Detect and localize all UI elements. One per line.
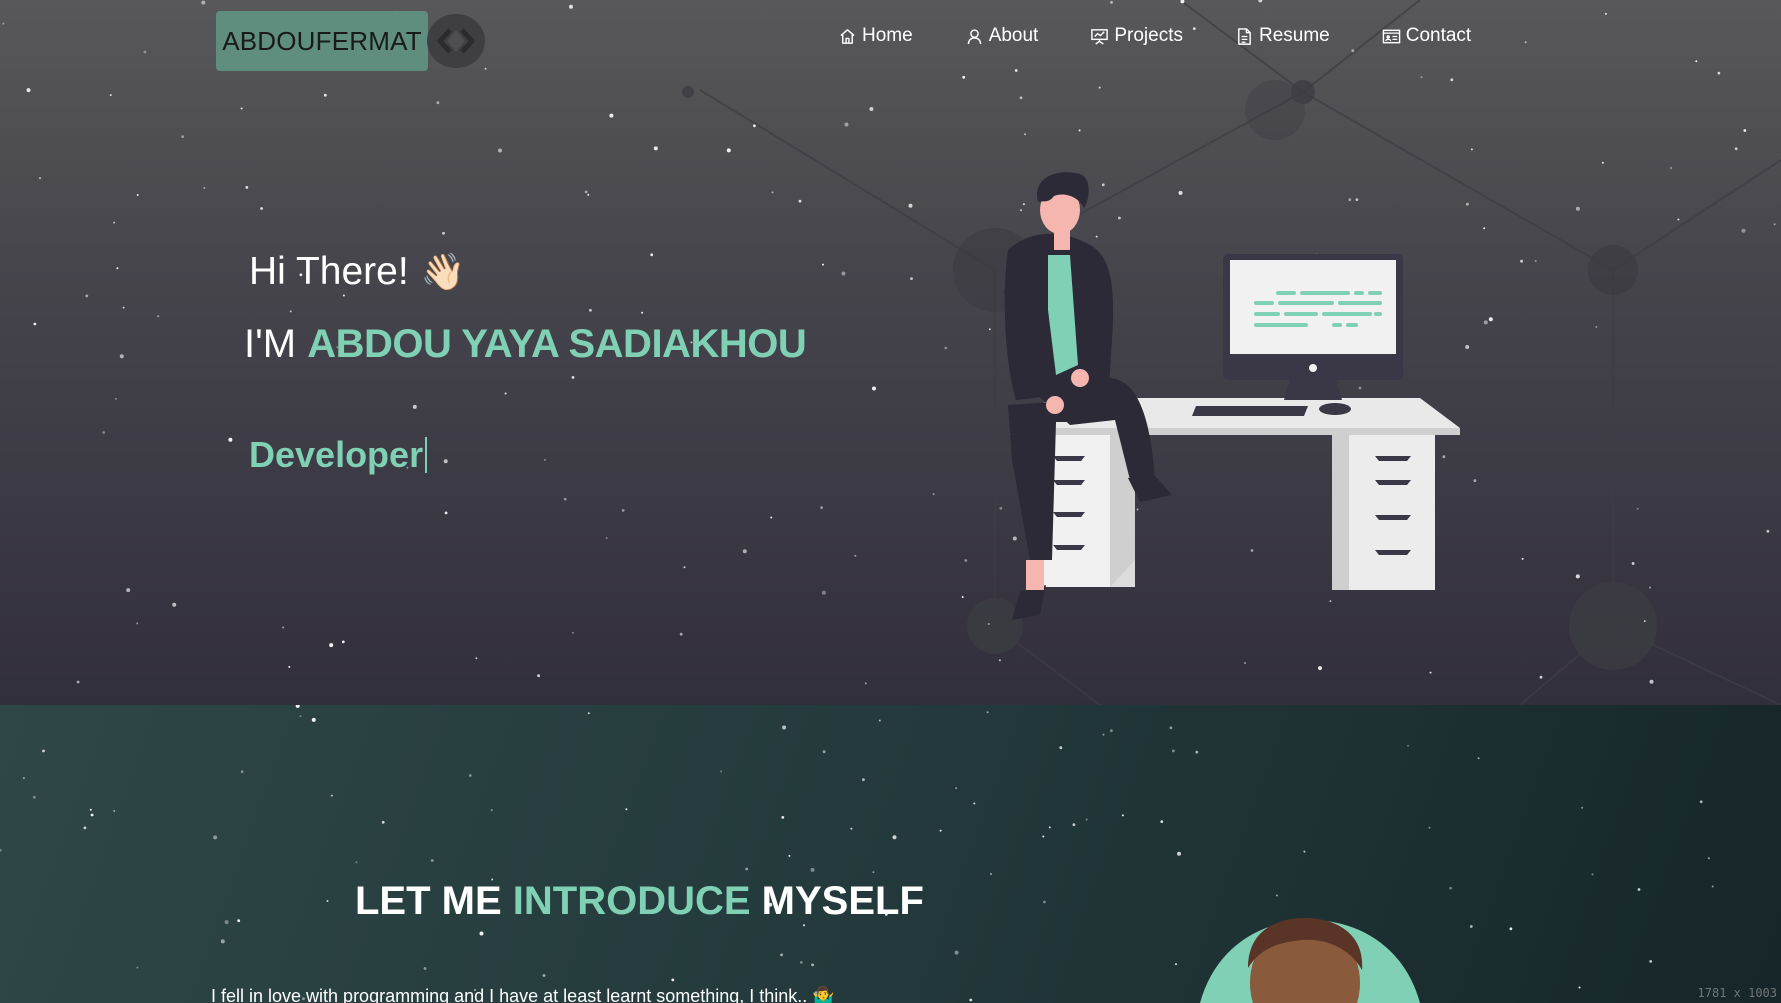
hero-name: ABDOU YAYA SADIAKHOU (307, 322, 807, 366)
nav-projects-label: Projects (1114, 25, 1183, 46)
intro-prefix: I'M (244, 322, 308, 366)
nav-home-label: Home (862, 25, 913, 46)
nav-contact[interactable]: Contact (1382, 25, 1471, 47)
avatar (1200, 918, 1420, 1003)
about-title: LET ME INTRODUCE MYSELF (355, 879, 924, 924)
about-title-accent: INTRODUCE (512, 879, 751, 923)
nav-resume[interactable]: Resume (1235, 25, 1330, 47)
logo-button[interactable]: ABDOUFERMAT (216, 11, 428, 71)
waving-hand-icon: 👋🏻 (420, 251, 466, 292)
nav-resume-label: Resume (1258, 25, 1330, 46)
nav-projects[interactable]: Projects (1090, 25, 1183, 47)
home-icon (840, 28, 855, 44)
presentation-icon (1091, 28, 1109, 45)
nav-about-label: About (988, 25, 1039, 46)
navbar: ABDOUFERMAT Home About Projects Resume C… (0, 0, 1781, 80)
hero-greeting: Hi There! 👋🏻 (249, 250, 466, 294)
code-brackets-icon[interactable] (427, 14, 485, 68)
developer-desk-illustration (1004, 172, 1460, 620)
nav-contact-label: Contact (1405, 25, 1472, 46)
about-title-suffix: MYSELF (750, 879, 924, 923)
user-icon (967, 28, 982, 44)
nav-home[interactable]: Home (838, 25, 913, 47)
nav-about[interactable]: About (965, 25, 1039, 47)
viewport-size-label: 1781 x 1003 (1697, 986, 1777, 1000)
hero-name-line: I'M ABDOU YAYA SADIAKHOU (244, 322, 807, 367)
document-icon (1238, 27, 1251, 45)
typing-cursor (425, 437, 428, 473)
typed-role-text: Developer (249, 434, 424, 475)
greeting-text: Hi There! (249, 250, 409, 293)
about-section (0, 705, 1781, 1003)
logo-text: ABDOUFERMAT (222, 25, 422, 56)
about-title-prefix: LET ME (355, 879, 513, 923)
nav-links: Home About Projects Resume Contact (838, 25, 1471, 47)
typed-role: Developer (249, 434, 428, 476)
starfield (0, 705, 1714, 1002)
contact-card-icon (1382, 29, 1401, 43)
about-intro-text: I fell in love with programming and I ha… (211, 986, 835, 1003)
